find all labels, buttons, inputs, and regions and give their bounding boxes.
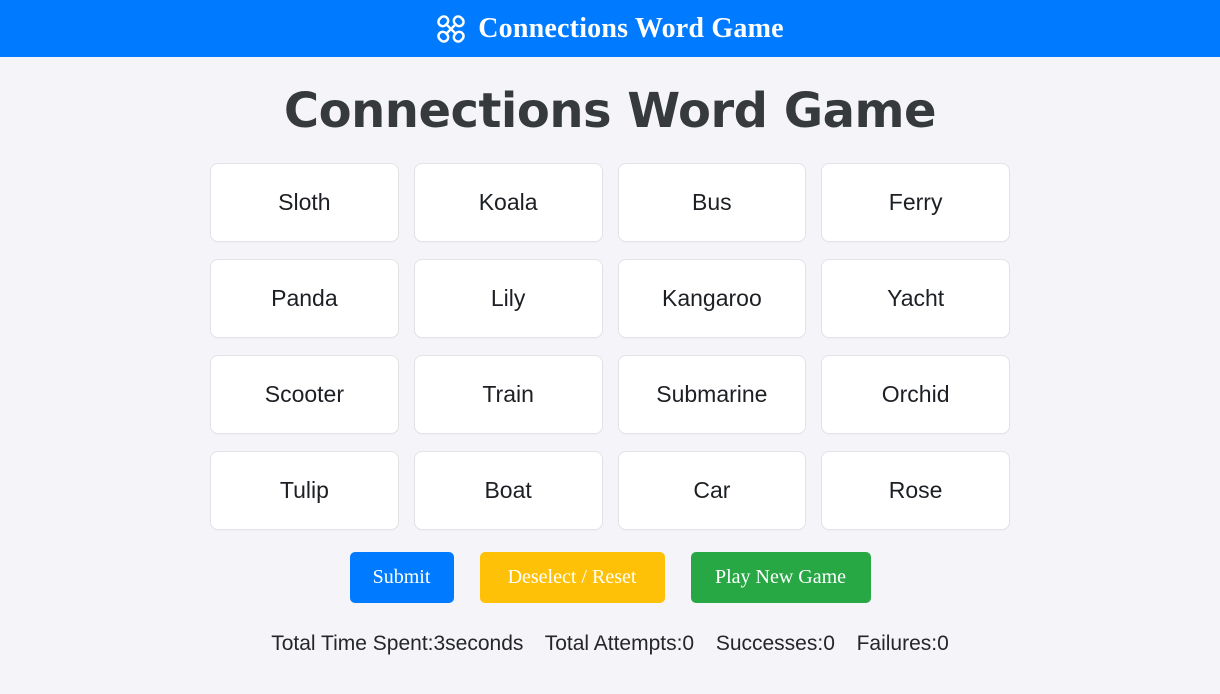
word-tile[interactable]: Rose <box>821 450 1010 530</box>
word-tile[interactable]: Boat <box>413 450 603 530</box>
play-new-game-button[interactable]: Play New Game <box>690 551 871 603</box>
word-tile[interactable]: Bus <box>617 162 807 242</box>
deselect-reset-button[interactable]: Deselect / Reset <box>479 551 665 603</box>
word-tile[interactable]: Ferry <box>821 162 1010 242</box>
word-tile[interactable]: Train <box>413 354 603 434</box>
status-failures: Failures:0 <box>856 631 949 655</box>
word-tile[interactable]: Lily <box>413 258 603 338</box>
word-tile[interactable]: Car <box>617 450 807 530</box>
clover-connections-icon <box>436 14 466 44</box>
word-tile[interactable]: Yacht <box>821 258 1010 338</box>
word-grid: Sloth Koala Bus Ferry Panda Lily Kangaro… <box>210 162 1010 530</box>
status-total-attempts: Total Attempts:0 <box>544 631 695 655</box>
word-tile[interactable]: Submarine <box>617 354 807 434</box>
word-tile[interactable]: Orchid <box>821 354 1010 434</box>
word-tile[interactable]: Kangaroo <box>617 258 807 338</box>
status-time-spent: Total Time Spent:3seconds <box>271 631 524 655</box>
word-tile[interactable]: Panda <box>210 258 399 338</box>
top-navbar: Connections Word Game <box>0 0 1220 57</box>
game-status-bar: Total Time Spent:3seconds Total Attempts… <box>0 603 1220 656</box>
word-grid-container: Sloth Koala Bus Ferry Panda Lily Kangaro… <box>210 141 1010 530</box>
navbar-brand-text: Connections Word Game <box>478 12 784 44</box>
word-tile[interactable]: Scooter <box>210 354 399 434</box>
word-tile[interactable]: Sloth <box>210 162 399 242</box>
word-tile[interactable]: Koala <box>413 162 603 242</box>
word-tile[interactable]: Tulip <box>210 450 399 530</box>
submit-button[interactable]: Submit <box>349 551 454 603</box>
page-title: Connections Word Game <box>283 83 937 139</box>
status-successes: Successes:0 <box>715 631 835 655</box>
action-button-row: Submit Deselect / Reset Play New Game <box>0 530 1220 603</box>
navbar-brand[interactable]: Connections Word Game <box>436 12 784 44</box>
